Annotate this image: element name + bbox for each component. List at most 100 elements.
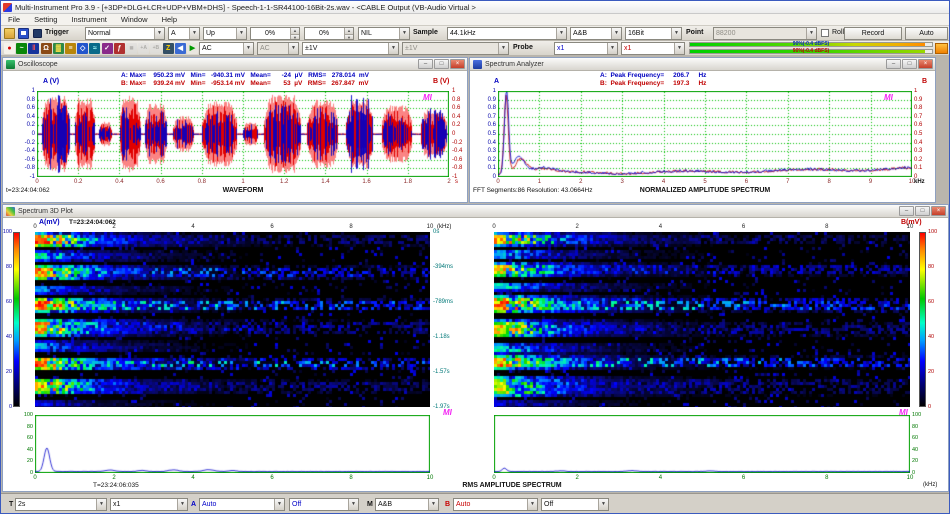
- spectrum-analyzer-icon[interactable]: ‖: [28, 43, 40, 54]
- axis-tick-label: 0: [452, 131, 456, 137]
- menu-item-window[interactable]: Window: [114, 14, 155, 25]
- chevron-down-icon[interactable]: ▼: [243, 43, 253, 54]
- spinner-down-icon[interactable]: ▼: [290, 34, 299, 40]
- chevron-down-icon[interactable]: ▼: [428, 499, 438, 510]
- cursor-reader-a-icon: +A: [138, 43, 150, 54]
- chevron-down-icon[interactable]: ▼: [177, 499, 187, 510]
- chevron-down-icon[interactable]: ▼: [556, 28, 566, 39]
- calibration-icon[interactable]: Z: [162, 43, 174, 54]
- axis-tick-label: 0.1: [914, 165, 923, 172]
- menu-item-file[interactable]: File: [1, 14, 27, 25]
- spectrum-3d-window-icon: [6, 206, 15, 216]
- channel-a-persistence-select[interactable]: Off ▼: [289, 498, 359, 511]
- minimize-icon[interactable]: –: [418, 59, 433, 69]
- chevron-down-icon[interactable]: ▼: [274, 499, 284, 510]
- axis-tick-label: 80: [5, 264, 12, 270]
- chevron-down-icon[interactable]: ▼: [399, 28, 409, 39]
- chevron-down-icon[interactable]: ▼: [96, 499, 106, 510]
- trigger-label: Trigger: [45, 29, 69, 36]
- display-mode-select[interactable]: A&B ▼: [375, 498, 439, 511]
- menu-item-help[interactable]: Help: [155, 14, 184, 25]
- channel-b-range-select[interactable]: Auto ▼: [453, 498, 538, 511]
- spectrum-analyzer-window-icon: [473, 59, 482, 69]
- multimeter-icon[interactable]: Ω: [40, 43, 52, 54]
- sampling-channels-select[interactable]: A&B ▼: [570, 27, 622, 40]
- zoom-factor-select[interactable]: x1 ▼: [110, 498, 188, 511]
- roll-checkbox[interactable]: [821, 29, 829, 37]
- channel-a-range-select[interactable]: Auto ▼: [199, 498, 285, 511]
- probe-b-select[interactable]: x1 ▼: [621, 42, 685, 55]
- device-test-plan-icon[interactable]: ✓: [101, 43, 113, 54]
- probe-a-select[interactable]: x1 ▼: [554, 42, 618, 55]
- oscilloscope-y-axis-left: 1 0.8 0.6 0.4 0.2 0 -0.2 -0.4 -0.6 -0.8 -1: [15, 88, 35, 180]
- axis-tick-label: 8: [825, 475, 829, 481]
- axis-tick-label: 2: [579, 179, 583, 185]
- menu-item-setting[interactable]: Setting: [27, 14, 64, 25]
- close-icon[interactable]: ×: [931, 206, 946, 216]
- restore-icon[interactable]: □: [434, 59, 449, 69]
- axis-tick-label: 0.9: [914, 96, 923, 103]
- axis-tick-label: 4: [658, 475, 663, 481]
- rms-a-y-axis: 100 80 60 40 20 0: [19, 412, 33, 476]
- run-icon[interactable]: ▶: [187, 43, 198, 54]
- restore-icon[interactable]: □: [902, 59, 917, 69]
- spectrum-analyzer-titlebar[interactable]: Spectrum Analyzer – □ ×: [470, 58, 935, 71]
- minimize-icon[interactable]: –: [899, 206, 914, 216]
- close-icon[interactable]: ×: [450, 59, 465, 69]
- trigger-source-select[interactable]: A ▼: [168, 27, 200, 40]
- axis-tick-label: 0.2: [74, 179, 83, 185]
- auto-button[interactable]: Auto: [905, 27, 948, 40]
- axis-tick-label: 0.2: [26, 122, 35, 129]
- sweep-time-select[interactable]: 2s ▼: [15, 498, 107, 511]
- chevron-down-icon[interactable]: ▼: [607, 43, 617, 54]
- oscilloscope-icon[interactable]: ~: [16, 43, 28, 54]
- record-button[interactable]: Record: [844, 27, 902, 40]
- channel-b-persistence-select[interactable]: Off ▼: [541, 498, 609, 511]
- sound-device-icon[interactable]: ◀: [174, 43, 186, 54]
- menu-item-instrument[interactable]: Instrument: [64, 14, 113, 25]
- trigger-delay-stepper[interactable]: 0% ▲ ▼: [304, 27, 354, 40]
- chevron-down-icon[interactable]: ▼: [388, 43, 398, 54]
- axis-tick-label: 5: [703, 179, 707, 185]
- spectrogram-a-freq-axis: 0 2 4 6 8 10: [33, 224, 433, 231]
- open-file-icon[interactable]: [4, 28, 15, 39]
- sampling-bits-select[interactable]: 16Bit ▼: [625, 27, 682, 40]
- ddp-viewer-icon[interactable]: ◇: [77, 43, 89, 54]
- spectrum-3d-titlebar[interactable]: Spectrum 3D Plot – □ ×: [3, 205, 948, 218]
- trigger-mode-select[interactable]: Normal ▼: [85, 27, 165, 40]
- trigger-hpf-select[interactable]: NIL ▼: [358, 27, 410, 40]
- coupling-a-select[interactable]: AC ▼: [199, 42, 254, 55]
- data-logger-icon[interactable]: ≡: [65, 43, 76, 54]
- spectrum-3d-plot-icon[interactable]: ▓: [52, 43, 64, 54]
- oscilloscope-titlebar[interactable]: Oscilloscope – □ ×: [3, 58, 467, 71]
- chevron-down-icon[interactable]: ▼: [674, 43, 684, 54]
- chevron-down-icon[interactable]: ▼: [671, 28, 681, 39]
- spinner-down-icon[interactable]: ▼: [344, 34, 353, 40]
- minimize-icon[interactable]: –: [886, 59, 901, 69]
- trigger-edge-select[interactable]: Up ▼: [203, 27, 247, 40]
- chevron-down-icon: ▼: [806, 28, 816, 39]
- axis-tick-label: 0.6: [487, 122, 496, 129]
- level-meter-a-text: 90%(-0.4 dBFS): [792, 41, 830, 47]
- chevron-down-icon[interactable]: ▼: [236, 28, 246, 39]
- derived-data-icon[interactable]: ƒ: [113, 43, 125, 54]
- axis-tick-label: 20: [928, 369, 935, 375]
- chevron-down-icon[interactable]: ▼: [611, 28, 621, 39]
- point-label: Point: [686, 29, 704, 36]
- record-icon[interactable]: ●: [4, 43, 15, 54]
- axis-tick-label: 8: [825, 224, 829, 230]
- close-icon[interactable]: ×: [918, 59, 933, 69]
- level-meter-b-text: 90%(-0.4 dBFS): [792, 48, 830, 54]
- chevron-down-icon[interactable]: ▼: [189, 28, 199, 39]
- sampling-rate-select[interactable]: 44.1kHz ▼: [447, 27, 567, 40]
- range-a-select[interactable]: ±1V ▼: [302, 42, 399, 55]
- save-icon[interactable]: [18, 28, 29, 39]
- axis-tick-label: 100: [23, 412, 33, 418]
- chevron-down-icon[interactable]: ▼: [348, 499, 358, 510]
- chevron-down-icon[interactable]: ▼: [527, 499, 537, 510]
- spectrogram-icon[interactable]: ≈: [89, 43, 101, 54]
- chevron-down-icon[interactable]: ▼: [154, 28, 164, 39]
- chevron-down-icon[interactable]: ▼: [598, 499, 608, 510]
- trigger-level-stepper[interactable]: 0% ▲ ▼: [250, 27, 300, 40]
- restore-icon[interactable]: □: [915, 206, 930, 216]
